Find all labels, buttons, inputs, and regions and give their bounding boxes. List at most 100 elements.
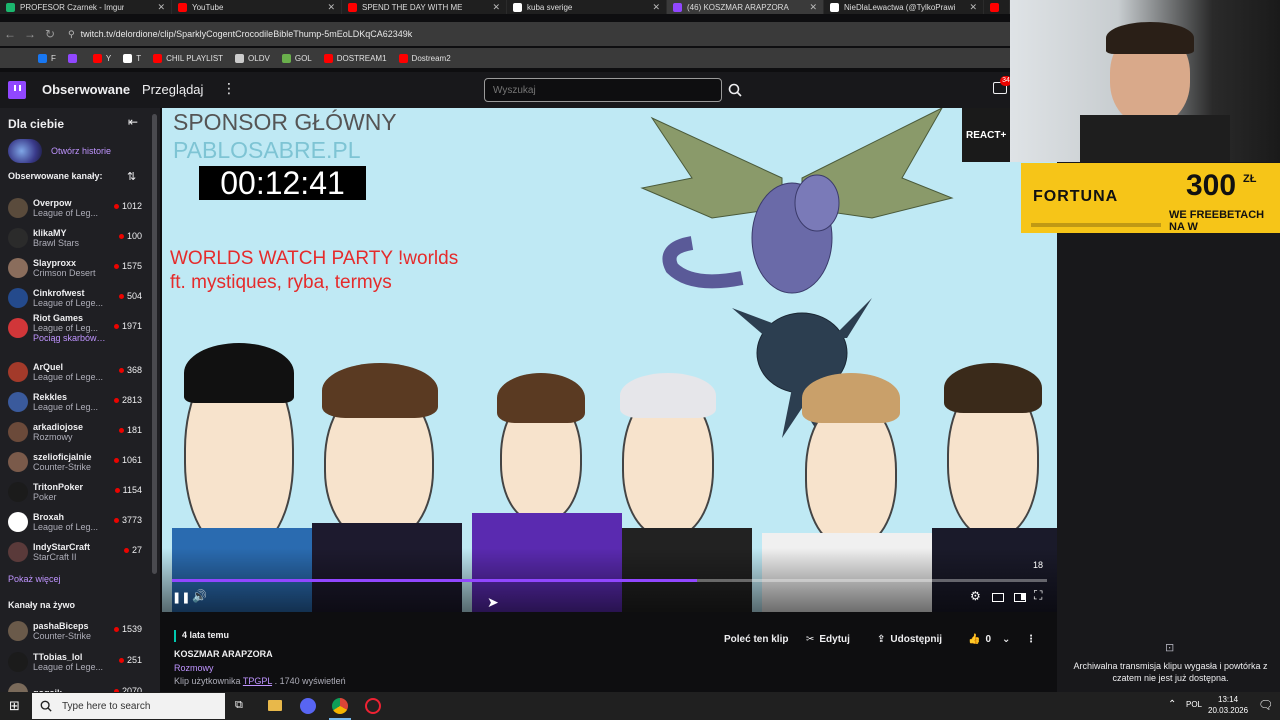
sidebar-channel[interactable]: ArQuel League of Lege... 368 (8, 358, 148, 386)
browser-tab[interactable]: 14- (984, 0, 1010, 14)
task-view-icon[interactable]: ⧉ (235, 699, 243, 712)
fullscreen-icon[interactable]: ⛶ (1034, 588, 1042, 603)
close-tab-icon[interactable]: ✕ (157, 2, 165, 13)
bookmark-item[interactable]: DOSTREAM1 (323, 53, 387, 63)
forward-icon[interactable]: → (20, 27, 40, 41)
reload-icon[interactable]: ↻ (40, 27, 60, 41)
clock-date[interactable]: 20.03.2026 (1208, 706, 1248, 715)
channel-name: szelioficjalnie (33, 452, 92, 462)
viewer-count: 181 (118, 425, 142, 435)
sidebar-channel[interactable]: Cinkrofwest League of Lege... 504 (8, 284, 148, 312)
nav-browse-link[interactable]: Przeglądaj (142, 82, 203, 97)
browser-tab[interactable]: kuba sverige ✕ (507, 0, 667, 14)
browser-tab[interactable]: SPEND THE DAY WITH ME ✕ (342, 0, 507, 14)
bookmark-item[interactable]: F (38, 53, 56, 63)
clock-time[interactable]: 13:14 (1218, 695, 1238, 704)
bookmark-item[interactable]: Y (92, 53, 111, 63)
clipper-link[interactable]: TPGPL (243, 676, 272, 686)
sidebar-channel[interactable]: Riot Games League of Leg... Pociąg skarbów… (8, 313, 148, 343)
discord-icon[interactable] (300, 698, 316, 714)
channel-name: Overpow (33, 198, 72, 208)
close-tab-icon[interactable]: ✕ (327, 2, 335, 13)
browser-tab[interactable]: NieDlaLewactwa (@TylkoPrawi ✕ (824, 0, 984, 14)
sidebar-channel[interactable]: Slayproxx Crimson Desert 1575 (8, 254, 148, 282)
fortuna-ad-banner[interactable]: FORTUNA 300 ZŁ WE FREEBETACH NA W (1021, 163, 1280, 233)
recommend-clip-button[interactable]: Poleć ten klip (716, 627, 796, 651)
settings-icon[interactable]: ⚙ (970, 589, 981, 603)
sidebar-channel[interactable]: klikaMY Brawl Stars 100 (8, 224, 148, 252)
sidebar-channel[interactable]: Rekkles League of Leg... 2813 (8, 388, 148, 416)
bookmark-item[interactable]: OLDV (235, 53, 270, 63)
bookmark-favicon-icon (92, 53, 102, 63)
sidebar-channel[interactable]: qoqsik2070 (8, 679, 148, 692)
mouse-cursor-icon: ➤ (487, 594, 499, 610)
like-dropdown-button[interactable]: ⌄ (998, 627, 1014, 651)
channel-name: Riot Games (33, 313, 84, 323)
nav-followed-link[interactable]: Obserwowane (42, 82, 130, 97)
sidebar-channel[interactable]: arkadiojose Rozmowy 181 (8, 418, 148, 446)
language-indicator[interactable]: POL (1186, 700, 1202, 709)
browser-tab[interactable]: PROFESOR Czarnek - Imgur ✕ (0, 0, 172, 14)
volume-icon[interactable]: 🔊 (192, 589, 207, 603)
taskbar-search-box[interactable]: Type here to search (32, 693, 225, 719)
cartoon-hair-1 (184, 343, 294, 403)
edit-button[interactable]: ✂ Edytuj (798, 627, 858, 651)
sidebar-channel[interactable]: TTobias_lol League of Lege... 251 (8, 648, 148, 676)
url-field[interactable]: ⚲ twitch.tv/delordione/clip/SparklyCogen… (68, 29, 412, 40)
bookmark-item[interactable]: CHIL PLAYLIST (153, 53, 223, 63)
recommend-label: Poleć ten klip (724, 633, 789, 645)
viewer-number: 368 (126, 365, 142, 375)
channel-text: Slayproxx Crimson Desert (33, 258, 107, 278)
tray-chevron-icon[interactable]: ⌃ (1168, 699, 1176, 710)
close-tab-icon[interactable]: ✕ (492, 2, 500, 13)
seek-bar[interactable] (172, 579, 1047, 582)
sidebar-channel[interactable]: Broxah League of Leg... 3773 (8, 508, 148, 536)
close-tab-icon[interactable]: ✕ (652, 2, 660, 13)
bookmark-item[interactable] (67, 53, 81, 63)
share-button[interactable]: ⇪ Udostępnij (869, 627, 950, 651)
channel-avatar (8, 452, 28, 472)
back-icon[interactable]: ← (0, 27, 20, 41)
collapse-sidebar-icon[interactable]: ⇤ (128, 115, 138, 129)
sidebar-channel[interactable]: pashaBiceps Counter-Strike 1539 (8, 617, 148, 645)
twitch-logo-icon[interactable] (8, 81, 26, 99)
obs-icon[interactable] (365, 698, 381, 714)
notification-center-icon[interactable]: 🗨 (1258, 698, 1273, 712)
history-avatar[interactable] (8, 139, 42, 163)
search-button[interactable] (723, 78, 747, 102)
clip-category-link[interactable]: Rozmowy (174, 663, 214, 673)
like-button[interactable]: 👍 0 (960, 627, 999, 651)
sidebar-channel[interactable]: Overpow League of Leg... 1012 (8, 194, 148, 222)
search-input[interactable] (484, 78, 722, 102)
react-label: REACT+ (966, 130, 1007, 141)
sidebar-channel[interactable]: IndyStarCraft StarCraft II 27 (8, 538, 148, 566)
channel-game: StarCraft II (33, 552, 77, 562)
live-dot-icon (114, 487, 120, 493)
bookmark-favicon-icon (323, 53, 333, 63)
tab-favicon-icon (830, 2, 839, 12)
channel-game: Rozmowy (33, 432, 73, 442)
open-history-link[interactable]: Otwórz historie (51, 146, 111, 156)
close-tab-icon[interactable]: ✕ (969, 2, 977, 13)
bookmark-item[interactable]: T (123, 53, 141, 63)
site-info-icon[interactable]: ⚲ (68, 29, 75, 40)
chrome-icon[interactable] (332, 698, 348, 714)
pause-icon[interactable]: ❚❚ (172, 591, 190, 604)
bookmark-item[interactable]: Dostream2 (398, 53, 451, 63)
sidebar-channel[interactable]: TritonPoker Poker 1154 (8, 478, 148, 506)
more-options-icon[interactable]: ⋮ (222, 80, 236, 97)
more-actions-button[interactable]: ⋮ (1022, 627, 1040, 651)
sidebar-channel[interactable]: szelioficjalnie Counter-Strike 1061 (8, 448, 148, 476)
file-explorer-icon[interactable] (268, 700, 282, 711)
browser-tab[interactable]: YouTube ✕ (172, 0, 342, 14)
show-more-link[interactable]: Pokaż więcej (8, 574, 61, 584)
bookmark-item[interactable]: GOL (281, 53, 312, 63)
windows-start-icon[interactable]: ⊞ (9, 698, 20, 714)
miniplayer-icon[interactable] (1014, 593, 1026, 602)
theatre-mode-icon[interactable] (992, 593, 1004, 602)
sort-icon[interactable]: ⇅ (127, 170, 136, 183)
sidebar-scrollbar[interactable] (152, 114, 157, 574)
close-tab-icon[interactable]: ✕ (809, 2, 817, 13)
webcam-overlay (1010, 0, 1280, 162)
browser-tab[interactable]: (46) KOSZMAR ARAPZORA ✕ (667, 0, 824, 14)
